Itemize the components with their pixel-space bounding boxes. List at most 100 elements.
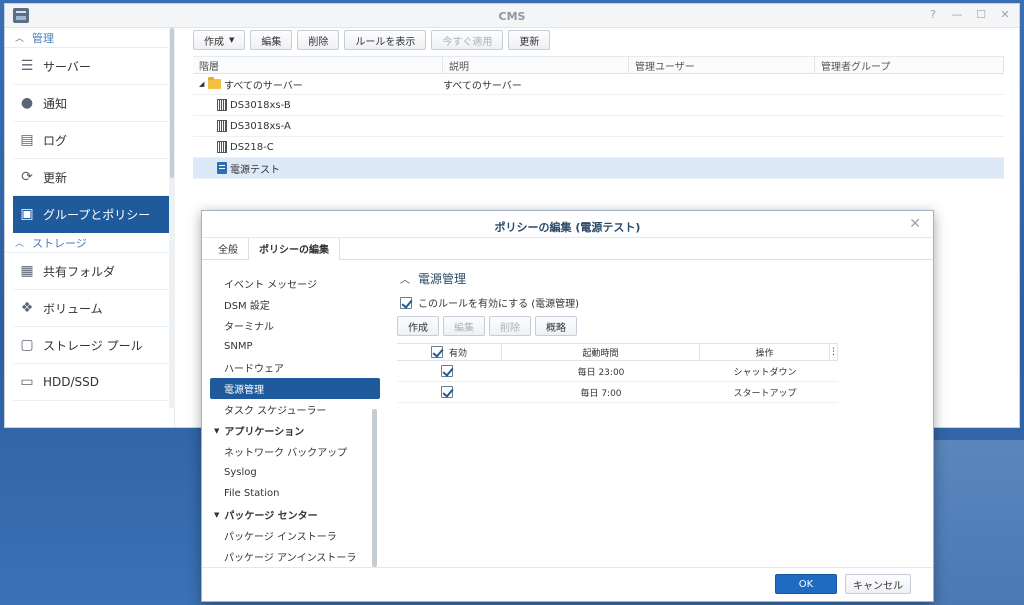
title-bar[interactable]: CMS ? — ☐ ✕ — [5, 4, 1019, 28]
server-icon — [217, 120, 227, 132]
column-header-start-time[interactable]: 起動時間 — [502, 344, 700, 360]
nav-item[interactable]: イベント メッセージ — [210, 273, 380, 294]
nav-group-label: パッケージ センター — [224, 511, 318, 522]
nav-item[interactable]: ターミナル — [210, 315, 380, 336]
tree-row[interactable]: DS218-C — [193, 137, 1004, 158]
row-name: DS218-C — [230, 141, 274, 153]
tab-edit-policy[interactable]: ポリシーの編集 — [248, 238, 340, 260]
close-icon[interactable]: ✕ — [999, 8, 1011, 21]
window-title: CMS — [498, 10, 526, 23]
nav-group-package-center[interactable]: ▼ パッケージ センター — [210, 504, 380, 525]
schedule-table: 有効 起動時間 操作 ⋮ 毎日 23:00 シャットダウン 毎日 7:00 スタ… — [397, 343, 838, 403]
show-rules-button[interactable]: ルールを表示 — [344, 30, 427, 50]
schedule-toolbar: 作成 編集 削除 概略 — [397, 316, 928, 336]
sidebar-item-update[interactable]: ⟳ 更新 — [13, 159, 170, 196]
schedule-edit-button[interactable]: 編集 — [443, 316, 485, 336]
row-name: 電源テスト — [230, 164, 280, 176]
maximize-icon[interactable]: ☐ — [975, 8, 987, 21]
enable-rule-label: このルールを有効にする (電源管理) — [418, 299, 580, 310]
enable-rule-checkbox[interactable] — [400, 296, 412, 309]
nav-item[interactable]: Syslog — [210, 462, 380, 483]
section-title: 電源管理 — [418, 271, 467, 286]
column-menu-icon[interactable]: ⋮ — [829, 344, 838, 360]
cancel-button[interactable]: キャンセル — [845, 574, 911, 594]
nav-group-label: アプリケーション — [224, 427, 305, 438]
server-icon: ☰ — [20, 58, 34, 74]
collapse-triangle-icon[interactable]: ◢ — [199, 80, 207, 88]
create-button[interactable]: 作成 ▼ — [193, 30, 246, 50]
schedule-time: 毎日 23:00 — [577, 367, 625, 378]
edit-button[interactable]: 編集 — [250, 30, 293, 50]
apply-now-button[interactable]: 今すぐ適用 — [431, 30, 504, 50]
nav-item[interactable]: タスク スケジューラー — [210, 399, 380, 420]
row-enabled-checkbox[interactable] — [440, 386, 453, 398]
dialog-title: ポリシーの編集 (電源テスト) — [494, 221, 641, 234]
schedule-delete-button[interactable]: 削除 — [489, 316, 531, 336]
schedule-summary-button[interactable]: 概略 — [535, 316, 577, 336]
select-all-checkbox[interactable] — [430, 346, 443, 358]
sidebar-section-storage[interactable]: ︿ ストレージ — [5, 233, 174, 253]
desktop-widget — [929, 440, 1024, 605]
triangle-down-icon: ▼ — [214, 510, 220, 519]
tree-row[interactable]: ◢ すべてのサーバー すべてのサーバー — [193, 74, 1004, 95]
nav-item-power-management[interactable]: 電源管理 — [210, 378, 380, 399]
column-header-admin-user[interactable]: 管理ユーザー — [629, 57, 815, 73]
delete-button[interactable]: 削除 — [297, 30, 340, 50]
sidebar-item-label: グループとポリシー — [43, 207, 151, 222]
tree-row[interactable]: DS3018xs-A — [193, 116, 1004, 137]
schedule-row[interactable]: 毎日 7:00 スタートアップ — [397, 382, 838, 403]
triangle-down-icon: ▼ — [214, 426, 220, 435]
sidebar-item-hdd-ssd[interactable]: ▭ HDD/SSD — [13, 364, 170, 401]
shared-folder-icon: ▦ — [20, 263, 34, 279]
section-header[interactable]: ︿ 電源管理 — [388, 269, 928, 287]
nav-item[interactable]: File Station — [210, 483, 380, 504]
nav-item[interactable]: SNMP — [210, 336, 380, 357]
ok-button[interactable]: OK — [775, 574, 837, 594]
sidebar-item-label: 更新 — [43, 170, 68, 185]
tree-row[interactable]: DS3018xs-B — [193, 95, 1004, 116]
close-icon[interactable]: ✕ — [909, 216, 921, 232]
nav-item[interactable]: ネットワーク バックアップ — [210, 441, 380, 462]
sidebar-section-manage[interactable]: ︿ 管理 — [5, 28, 174, 48]
sidebar-item-log[interactable]: ▤ ログ — [13, 122, 170, 159]
dialog-tabs: 全般 ポリシーの編集 — [202, 238, 933, 260]
help-icon[interactable]: ? — [927, 8, 939, 21]
nav-item[interactable]: パッケージ インストーラ — [210, 525, 380, 546]
log-icon: ▤ — [20, 132, 34, 148]
sidebar-item-volume[interactable]: ❖ ボリューム — [13, 290, 170, 327]
nav-item[interactable]: パッケージ アンインストーラ — [210, 546, 380, 567]
column-header-description[interactable]: 説明 — [443, 57, 629, 73]
nav-group-applications[interactable]: ▼ アプリケーション — [210, 420, 380, 441]
nav-scrollbar[interactable] — [372, 409, 377, 567]
sidebar-item-server[interactable]: ☰ サーバー — [13, 48, 170, 85]
nav-item[interactable]: DSM 設定 — [210, 294, 380, 315]
folder-icon — [208, 77, 221, 89]
nav-item[interactable]: ハードウェア — [210, 357, 380, 378]
schedule-create-button[interactable]: 作成 — [397, 316, 439, 336]
sidebar-scrollbar[interactable] — [169, 28, 175, 408]
sidebar-item-storage-pool[interactable]: ▢ ストレージ プール — [13, 327, 170, 364]
row-name: DS3018xs-B — [230, 99, 291, 111]
policy-icon — [217, 162, 227, 174]
sidebar-item-shared-folder[interactable]: ▦ 共有フォルダ — [13, 253, 170, 290]
chevron-up-icon: ︿ — [400, 274, 410, 286]
sidebar-item-notification[interactable]: ● 通知 — [13, 85, 170, 122]
dialog-title-bar[interactable]: ポリシーの編集 (電源テスト) ✕ — [202, 211, 933, 238]
schedule-row[interactable]: 毎日 23:00 シャットダウン — [397, 361, 838, 382]
column-header-action[interactable]: 操作 — [700, 344, 830, 360]
column-header-admin-group[interactable]: 管理者グループ — [815, 57, 1004, 73]
sidebar-item-label: サーバー — [43, 59, 91, 74]
disk-icon: ▭ — [20, 374, 34, 390]
dialog-footer: OK キャンセル — [202, 567, 933, 601]
minimize-icon[interactable]: — — [951, 8, 963, 21]
refresh-button[interactable]: 更新 — [508, 30, 551, 50]
caret-down-icon: ▼ — [229, 36, 235, 44]
column-header-hierarchy[interactable]: 階層 — [193, 57, 443, 73]
sidebar-item-group-policy[interactable]: ▣ グループとポリシー — [13, 196, 170, 233]
sidebar: ︿ 管理 ☰ サーバー ● 通知 ▤ ログ ⟳ 更新 ▣ グループとポリシー ︿… — [5, 28, 175, 427]
tab-general[interactable]: 全般 — [208, 238, 248, 259]
row-enabled-checkbox[interactable] — [440, 365, 453, 377]
schedule-table-header: 有効 起動時間 操作 ⋮ — [397, 343, 838, 361]
tree-row[interactable]: 電源テスト — [193, 158, 1004, 179]
refresh-icon: ⟳ — [21, 169, 33, 185]
